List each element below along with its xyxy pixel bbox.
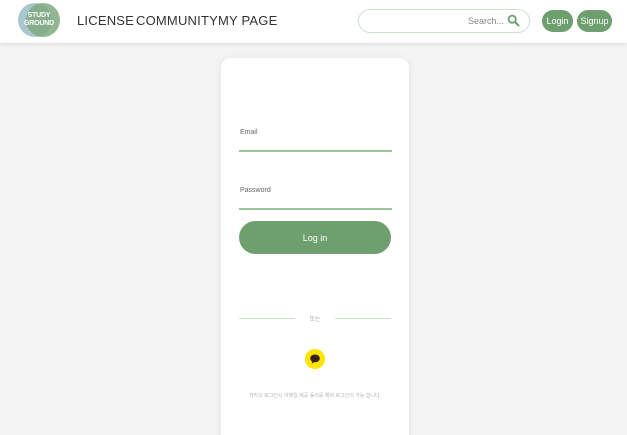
nav-license[interactable]: LICENSE: [77, 13, 134, 28]
divider-left: [239, 318, 295, 319]
nav-community[interactable]: COMMUNITY: [136, 13, 218, 28]
kakao-login-note: 카카오 로그인시 이메일 제공 동의를 해야 로그인이 가능 합니다.: [248, 393, 382, 399]
kakao-login-button[interactable]: [305, 349, 325, 369]
search-icon[interactable]: [507, 14, 520, 27]
email-field[interactable]: [239, 137, 392, 151]
logo-text-line2: GROUND: [24, 20, 54, 27]
password-field[interactable]: [239, 195, 392, 209]
password-underline: [239, 208, 392, 210]
study-ground-logo[interactable]: STUDY GROUND: [18, 3, 60, 37]
login-card: Email Password Log in 또는 카카오 로그인시 이메일 제공…: [221, 58, 409, 435]
logo-text: STUDY GROUND: [18, 12, 60, 28]
top-navbar: STUDY GROUND LICENSE COMMUNITY MY PAGE L…: [0, 0, 627, 43]
email-label: Email: [240, 129, 258, 136]
divider-right: [335, 318, 391, 319]
search-bar: [358, 9, 530, 33]
email-underline: [239, 150, 392, 152]
search-input[interactable]: [369, 13, 504, 29]
login-button[interactable]: Login: [542, 10, 573, 32]
password-label: Password: [240, 187, 271, 194]
divider-text: 또는: [309, 317, 321, 323]
signup-button[interactable]: Signup: [577, 10, 612, 32]
logo-text-line1: STUDY: [27, 12, 51, 19]
submit-login-button[interactable]: Log in: [239, 221, 391, 254]
nav-mypage[interactable]: MY PAGE: [218, 13, 277, 28]
kakao-chat-icon: [310, 354, 320, 364]
